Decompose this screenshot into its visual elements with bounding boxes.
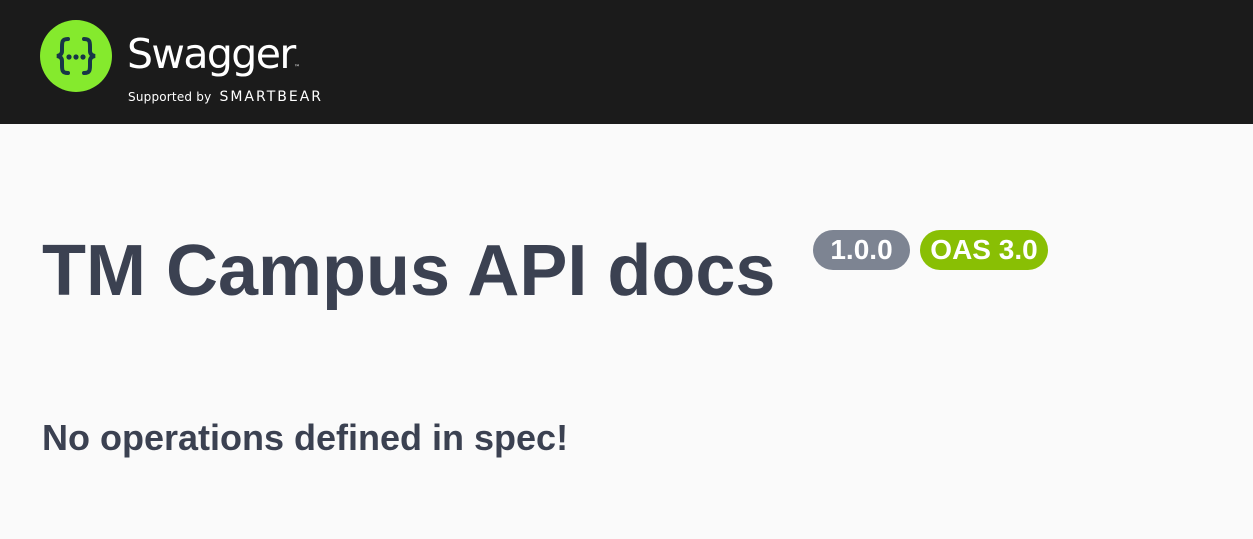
smartbear-brand: SMARTBEAR xyxy=(219,89,324,105)
oas-version-badge: OAS 3.0 xyxy=(920,230,1048,270)
trademark-symbol: ™ xyxy=(294,64,300,71)
api-title: TM Campus API docs xyxy=(42,231,776,311)
no-operations-message: No operations defined in spec! xyxy=(42,417,569,458)
topbar: Swagger ™ Supported by SMARTBEAR xyxy=(0,0,1253,124)
swagger-wordmark: Swagger xyxy=(127,30,296,78)
supported-by-label: Supported by xyxy=(128,90,212,104)
swagger-ui-main: TM Campus API docs 1.0.0 OAS 3.0 No oper… xyxy=(0,124,1253,539)
version-badge: 1.0.0 xyxy=(813,230,910,270)
swagger-braces-icon xyxy=(40,20,112,92)
supported-by-line: Supported by SMARTBEAR xyxy=(128,87,323,106)
